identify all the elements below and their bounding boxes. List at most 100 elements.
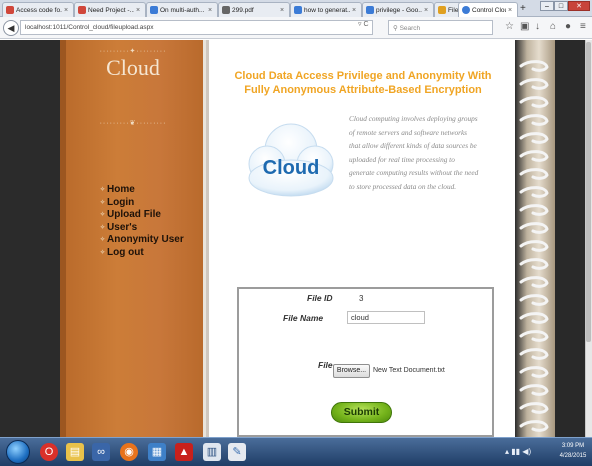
close-icon[interactable]: × bbox=[136, 7, 142, 14]
menu-icon[interactable]: ≡ bbox=[580, 21, 586, 32]
tab-label: Control Cloud... bbox=[472, 6, 506, 14]
reload-icon[interactable]: ▿ C bbox=[358, 20, 369, 28]
tab-label: Access code fo... bbox=[16, 6, 62, 14]
file-name-input[interactable]: cloud bbox=[347, 311, 425, 324]
spiral-ring bbox=[519, 366, 549, 378]
web-page: ·········✦········· ·········❦········· … bbox=[0, 40, 592, 437]
description-line: generate computing results without the n… bbox=[349, 168, 479, 178]
opera-icon[interactable]: O bbox=[40, 443, 58, 461]
cloud-image: Cloud bbox=[248, 123, 334, 197]
tab-label: how to generat... bbox=[304, 6, 350, 14]
browse-button[interactable]: Browse... bbox=[333, 364, 370, 378]
app-icon[interactable]: ∞ bbox=[92, 443, 110, 461]
start-button[interactable] bbox=[6, 440, 30, 464]
browser-tab-active[interactable]: Control Cloud...× bbox=[458, 2, 518, 17]
tab-favicon bbox=[366, 6, 374, 14]
spiral-ring bbox=[519, 186, 549, 198]
description-line: of remote servers and software networks bbox=[349, 127, 468, 137]
volume-icon[interactable]: ◀) bbox=[522, 447, 531, 456]
tab-favicon bbox=[438, 6, 446, 14]
spiral-ring bbox=[519, 348, 549, 360]
close-icon[interactable]: × bbox=[508, 7, 514, 14]
new-tab-button[interactable]: + bbox=[520, 3, 526, 14]
window-close-button[interactable]: ✕ bbox=[568, 1, 590, 11]
tray-arrow-icon[interactable]: ▴ bbox=[505, 447, 509, 456]
nav-link-label: Anonymity User bbox=[107, 234, 184, 245]
spiral-ring bbox=[519, 150, 549, 162]
home-icon[interactable]: ⌂ bbox=[550, 21, 556, 32]
clipboard-icon[interactable]: ▣ bbox=[520, 21, 529, 32]
nav-link-home[interactable]: ✧ Home bbox=[100, 184, 184, 197]
browser-tab[interactable]: 299.pdf × bbox=[218, 2, 290, 17]
selected-file-name: New Text Document.txt bbox=[373, 367, 445, 374]
pdf-reader-icon[interactable]: ▲ bbox=[175, 443, 193, 461]
search-placeholder: Search bbox=[399, 25, 421, 32]
description-line: Cloud computing involves deploying group… bbox=[349, 114, 478, 123]
spiral-ring bbox=[519, 420, 549, 432]
nav-link-label: Upload File bbox=[107, 209, 161, 220]
spiral-ring bbox=[519, 132, 549, 144]
nav-link-label: Log out bbox=[107, 246, 144, 258]
browser-tab[interactable]: Need Project -... × bbox=[74, 2, 146, 17]
download-icon[interactable]: ↓ bbox=[535, 21, 540, 32]
spiral-ring bbox=[519, 78, 549, 90]
spiral-ring bbox=[519, 384, 549, 396]
nav-link-anonymity-user[interactable]: ✧ Anonymity User bbox=[100, 234, 184, 247]
firefox-icon[interactable]: ◉ bbox=[120, 443, 138, 461]
close-icon[interactable]: × bbox=[280, 7, 286, 14]
tab-favicon bbox=[294, 6, 302, 14]
taskbar: O ▤ ∞ ◉ ▦ ▲ ▥ ✎ ▴ ▮▮ ◀) 3:09 PM 4/28/201… bbox=[0, 437, 592, 466]
nav-link-login[interactable]: ✧ Login bbox=[100, 197, 184, 210]
nav-link-users[interactable]: ✧ User's bbox=[100, 222, 184, 235]
spiral-rings bbox=[519, 60, 549, 432]
visual-studio-icon[interactable]: ▦ bbox=[148, 443, 166, 461]
notepad-icon[interactable]: ▥ bbox=[203, 443, 221, 461]
description-line: to store processed data on the cloud. bbox=[349, 181, 457, 191]
bullet-icon: ✧ bbox=[100, 237, 106, 243]
folder-icon[interactable]: ▤ bbox=[66, 443, 84, 461]
clock[interactable]: 3:09 PM 4/28/2015 bbox=[556, 441, 590, 461]
spiral-ring bbox=[519, 402, 549, 414]
tab-label: 299.pdf bbox=[232, 6, 254, 14]
star-icon[interactable]: ☆ bbox=[505, 21, 514, 32]
tab-favicon bbox=[150, 6, 158, 14]
url-bar[interactable]: localhost:1011/Control_cloud/fileupload.… bbox=[20, 20, 373, 35]
close-icon[interactable]: × bbox=[208, 7, 214, 14]
spiral-ring bbox=[519, 312, 549, 324]
clock-date: 4/28/2015 bbox=[559, 453, 587, 459]
network-icon[interactable]: ▮▮ bbox=[511, 447, 520, 456]
paint-icon[interactable]: ✎ bbox=[228, 443, 246, 461]
close-icon[interactable]: × bbox=[352, 7, 358, 14]
nav-link-label: Login bbox=[107, 196, 135, 208]
sidebar-nav: ✧ Home ✧ Login ✧ Upload File ✧ User's ✧ Anony… bbox=[100, 184, 184, 259]
search-input[interactable]: ⚲ Search bbox=[388, 20, 493, 35]
browser-nav-bar: ◀ localhost:1011/Control_cloud/fileuploa… bbox=[0, 17, 592, 39]
browser-tab[interactable]: privilege - Goo... × bbox=[362, 2, 434, 17]
spiral-ring bbox=[519, 60, 549, 72]
back-arrow-icon[interactable]: ◀ bbox=[3, 20, 19, 36]
clock-time: 3:09 PM bbox=[561, 443, 585, 449]
site-logo: Cloud bbox=[106, 55, 160, 80]
spiral-ring bbox=[519, 258, 549, 270]
nav-link-upload-file[interactable]: ✧ Upload File bbox=[100, 209, 184, 222]
browser-tab[interactable]: Access code fo... × bbox=[2, 2, 74, 17]
scrollbar-thumb[interactable] bbox=[586, 42, 591, 342]
search-icon: ⚲ bbox=[393, 25, 400, 32]
spiral-ring bbox=[519, 330, 549, 342]
maximize-button[interactable]: □ bbox=[554, 1, 568, 11]
tab-favicon bbox=[222, 6, 230, 14]
close-icon[interactable]: × bbox=[424, 7, 430, 14]
submit-button[interactable]: Submit bbox=[331, 402, 392, 423]
browser-tab[interactable]: how to generat... × bbox=[290, 2, 362, 17]
page-left-background bbox=[0, 40, 60, 437]
minimize-button[interactable]: – bbox=[540, 1, 554, 11]
spiral-ring bbox=[519, 114, 549, 126]
nav-link-log-out[interactable]: ✧ Log out bbox=[100, 247, 184, 260]
spiral-ring bbox=[519, 204, 549, 216]
addon-icon[interactable]: ● bbox=[565, 21, 571, 32]
close-icon[interactable]: × bbox=[64, 7, 70, 14]
bullet-icon: ✧ bbox=[100, 212, 106, 218]
description-line: that allow different kinds of data sourc… bbox=[349, 141, 477, 151]
spiral-ring bbox=[519, 168, 549, 180]
browser-tab[interactable]: On multi-auth... × bbox=[146, 2, 218, 17]
